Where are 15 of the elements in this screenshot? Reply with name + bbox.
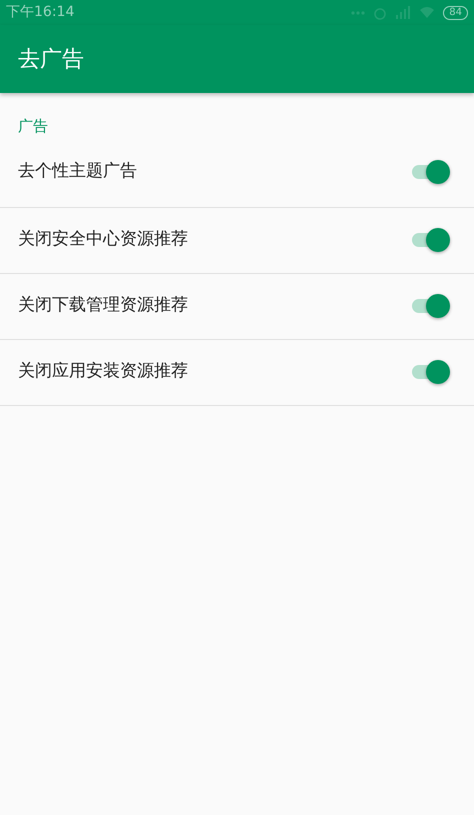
setting-label: 关闭应用安装资源推荐 (18, 360, 188, 384)
setting-label: 关闭下载管理资源推荐 (18, 294, 188, 318)
toggle-switch[interactable] (410, 360, 450, 384)
setting-label: 关闭安全中心资源推荐 (18, 228, 188, 252)
more-icon (351, 10, 366, 14)
toggle-switch[interactable] (410, 228, 450, 252)
wifi-icon (419, 6, 436, 19)
battery-icon: 84 (443, 6, 468, 20)
toggle-switch[interactable] (410, 294, 450, 318)
app-bar-title: 去广告 (18, 46, 84, 74)
section-title: 广告 (17, 116, 49, 137)
signal-icon (395, 6, 412, 19)
status-time: 下午16:14 (6, 3, 74, 22)
toggle-switch[interactable] (410, 160, 450, 184)
setting-label: 去个性主题广告 (18, 160, 137, 184)
